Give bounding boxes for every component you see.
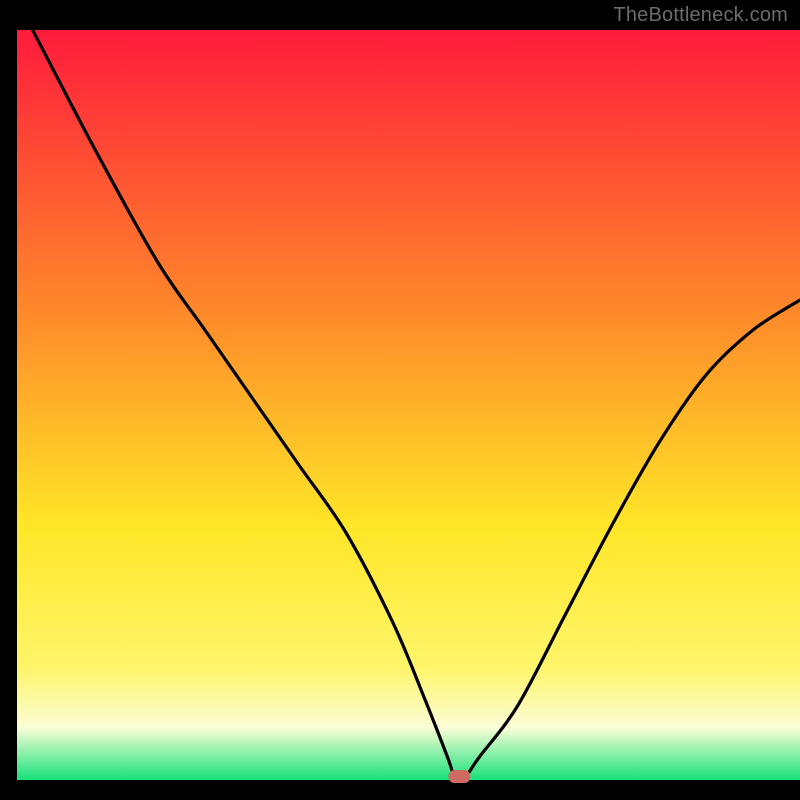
- watermark-label: TheBottleneck.com: [613, 4, 788, 27]
- bottleneck-plot: [0, 0, 800, 800]
- optimal-marker: [448, 770, 470, 783]
- chart-stage: TheBottleneck.com: [0, 0, 800, 800]
